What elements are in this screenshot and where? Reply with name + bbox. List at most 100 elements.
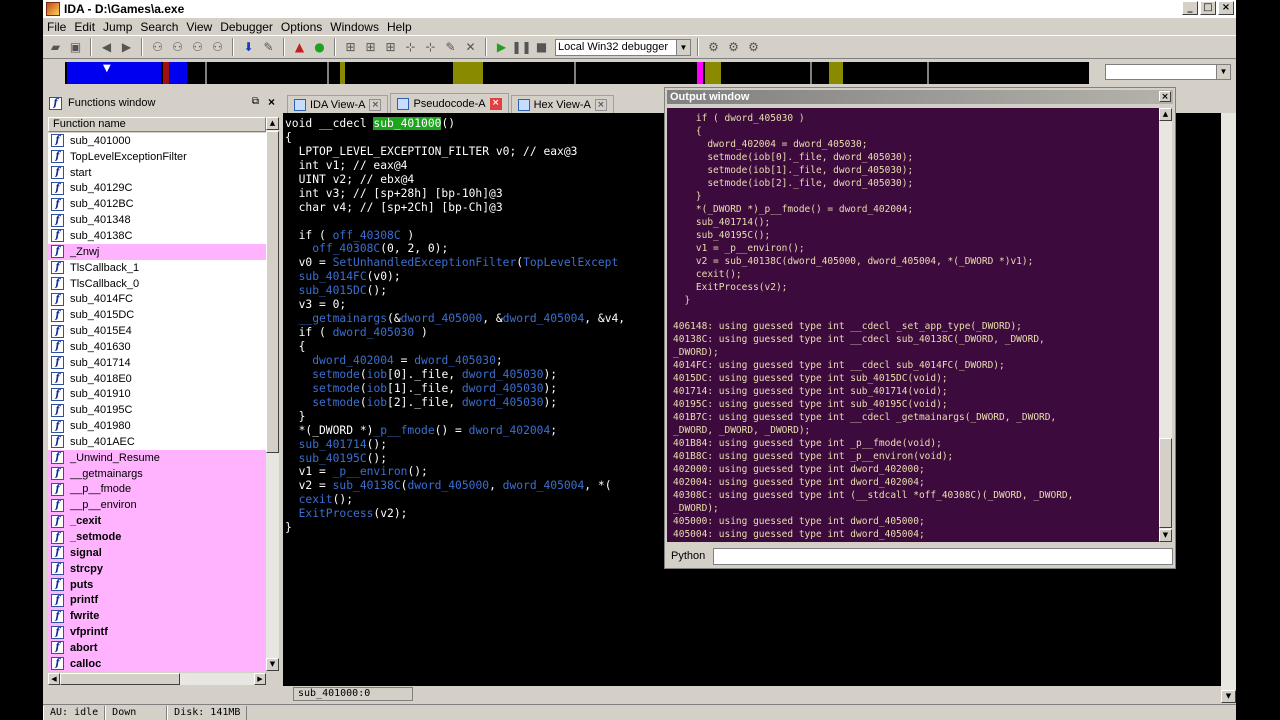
code-global-ref[interactable]: dword_405000: [407, 479, 489, 492]
save-icon[interactable]: ▣: [67, 39, 84, 56]
scroll-thumb[interactable]: [1159, 438, 1172, 528]
function-list-item[interactable]: f sub_40138C: [48, 228, 266, 244]
chevron-down-icon[interactable]: ▼: [1216, 65, 1230, 79]
search-next-icon[interactable]: ⚇: [209, 39, 226, 56]
function-list-item[interactable]: f TopLevelExceptionFilter: [48, 149, 266, 165]
binoculars-icon[interactable]: ⚇: [149, 39, 166, 56]
code-global-ref[interactable]: dword_405030: [333, 326, 415, 339]
function-list-item[interactable]: f sub_401714: [48, 355, 266, 371]
function-list-item[interactable]: f abort: [48, 640, 266, 656]
function-list-item[interactable]: f calloc: [48, 655, 266, 671]
column-header-function-name[interactable]: Function name: [48, 117, 266, 132]
struct-icon[interactable]: ⊞: [342, 39, 359, 56]
patch-icon[interactable]: ⊹: [422, 39, 439, 56]
scroll-right-icon[interactable]: ▶: [254, 673, 266, 685]
menu-edit[interactable]: Edit: [70, 20, 99, 34]
run-icon[interactable]: ▶: [493, 39, 510, 56]
pause-icon[interactable]: ❚❚: [511, 39, 531, 56]
code-function-ref[interactable]: _p__fmode: [373, 424, 434, 437]
functions-window-title-bar[interactable]: f Functions window ⧉ ×: [45, 93, 279, 113]
function-list-item[interactable]: f start: [48, 165, 266, 181]
tab-ida-view-a[interactable]: IDA View-A ×: [287, 95, 389, 113]
function-list-item[interactable]: f strcpy: [48, 560, 266, 577]
output-window-title-bar[interactable]: Output window ×: [667, 90, 1173, 104]
jump-down-icon[interactable]: ⬇: [240, 39, 257, 56]
scroll-thumb[interactable]: [266, 131, 279, 453]
python-input[interactable]: [713, 547, 1173, 565]
code-function-ref[interactable]: setmode: [312, 382, 360, 395]
tab-hex-view-a[interactable]: Hex View-A ×: [510, 95, 614, 113]
close-icon[interactable]: ×: [268, 95, 275, 109]
code-global-ref[interactable]: off_40308C: [333, 229, 401, 242]
function-list-item[interactable]: f _Znwj: [48, 243, 266, 260]
code-global-ref[interactable]: dword_402004: [469, 424, 551, 437]
process-options-icon[interactable]: ⚙: [705, 39, 722, 56]
function-list-item[interactable]: f TlsCallback_1: [48, 260, 266, 276]
function-list-item[interactable]: f puts: [48, 576, 266, 593]
code-function-ref[interactable]: sub_4014FC: [285, 270, 367, 283]
code-global-ref[interactable]: dword_405000: [401, 312, 483, 325]
function-list-item[interactable]: f sub_401AEC: [48, 434, 266, 450]
code-global-ref[interactable]: dword_405030: [462, 382, 544, 395]
function-list-item[interactable]: f sub_401000: [48, 133, 266, 149]
output-vscrollbar[interactable]: ▲ ▼: [1159, 108, 1172, 542]
debugger-select[interactable]: Local Win32 debugger ▼: [555, 38, 691, 56]
code-global-ref[interactable]: dword_405030: [462, 368, 544, 381]
function-list-item[interactable]: f TlsCallback_0: [48, 276, 266, 292]
function-list-item[interactable]: f sub_4012BC: [48, 196, 266, 212]
scroll-up-icon[interactable]: ▲: [1159, 108, 1172, 121]
code-function-ref[interactable]: sub_40138C: [333, 479, 401, 492]
search-binary-icon[interactable]: ⚇: [189, 39, 206, 56]
function-list-item[interactable]: f fwrite: [48, 608, 266, 625]
code-global-ref[interactable]: dword_405004: [503, 479, 585, 492]
function-list-item[interactable]: f sub_40195C: [48, 402, 266, 418]
code-function-ref[interactable]: setmode: [312, 396, 360, 409]
function-list-item[interactable]: f sub_401980: [48, 418, 266, 434]
menu-help[interactable]: Help: [383, 20, 416, 34]
code-global-ref[interactable]: iob: [367, 368, 387, 381]
close-button[interactable]: ×: [1218, 1, 1234, 15]
forward-icon[interactable]: ▶: [118, 39, 135, 56]
function-list-item[interactable]: f sub_4014FC: [48, 291, 266, 307]
code-function-ref[interactable]: sub_40195C: [285, 452, 367, 465]
function-list-item[interactable]: f sub_401348: [48, 212, 266, 228]
code-function-ref[interactable]: ExitProcess: [285, 507, 374, 520]
title-bar[interactable]: IDA - D:\Games\a.exe _ □ ×: [43, 0, 1236, 18]
minimize-button[interactable]: _: [1182, 1, 1198, 15]
menu-search[interactable]: Search: [136, 20, 182, 34]
code-global-ref[interactable]: dword_402004: [312, 354, 394, 367]
tab-pseudocode-a[interactable]: Pseudocode-A ×: [390, 93, 509, 113]
function-list-item[interactable]: f sub_401630: [48, 339, 266, 355]
function-list-item[interactable]: f _cexit: [48, 513, 266, 530]
pseudocode-vscrollbar[interactable]: ▼: [1221, 113, 1236, 703]
mark-icon[interactable]: ✎: [260, 39, 277, 56]
menu-file[interactable]: File: [43, 20, 70, 34]
xref-icon[interactable]: ⊹: [402, 39, 419, 56]
code-function-ref[interactable]: TopLevelExcept: [523, 256, 618, 269]
scroll-down-icon[interactable]: ▼: [1159, 529, 1172, 542]
function-list-item[interactable]: f sub_4015E4: [48, 323, 266, 339]
functions-hscrollbar[interactable]: ◀ ▶: [48, 673, 266, 685]
enum-icon[interactable]: ⊞: [362, 39, 379, 56]
cancel-icon[interactable]: ✕: [462, 39, 479, 56]
function-list-item[interactable]: f sub_401910: [48, 387, 266, 403]
attach-icon[interactable]: ⚙: [725, 39, 742, 56]
function-list-item[interactable]: f signal: [48, 544, 266, 561]
menu-options[interactable]: Options: [277, 20, 326, 34]
function-list-item[interactable]: f sub_4015DC: [48, 307, 266, 323]
function-list-item[interactable]: f __p__environ: [48, 497, 266, 514]
code-function-ref[interactable]: setmode: [312, 368, 360, 381]
maximize-button[interactable]: □: [1200, 1, 1216, 15]
search-text-icon[interactable]: ⚇: [169, 39, 186, 56]
functions-vscrollbar[interactable]: ▲ ▼: [266, 117, 279, 671]
function-list-item[interactable]: f __p__fmode: [48, 481, 266, 498]
code-function-ref[interactable]: __getmainargs: [285, 312, 387, 325]
scroll-down-icon[interactable]: ▼: [266, 658, 279, 671]
menu-jump[interactable]: Jump: [99, 20, 136, 34]
scroll-thumb[interactable]: [60, 673, 180, 685]
highlighted-symbol[interactable]: sub_401000: [373, 117, 442, 130]
tab-close-icon[interactable]: ×: [369, 98, 382, 111]
menu-view[interactable]: View: [182, 20, 216, 34]
code-global-ref[interactable]: dword_405004: [503, 312, 585, 325]
code-global-ref[interactable]: dword_405030: [462, 396, 544, 409]
